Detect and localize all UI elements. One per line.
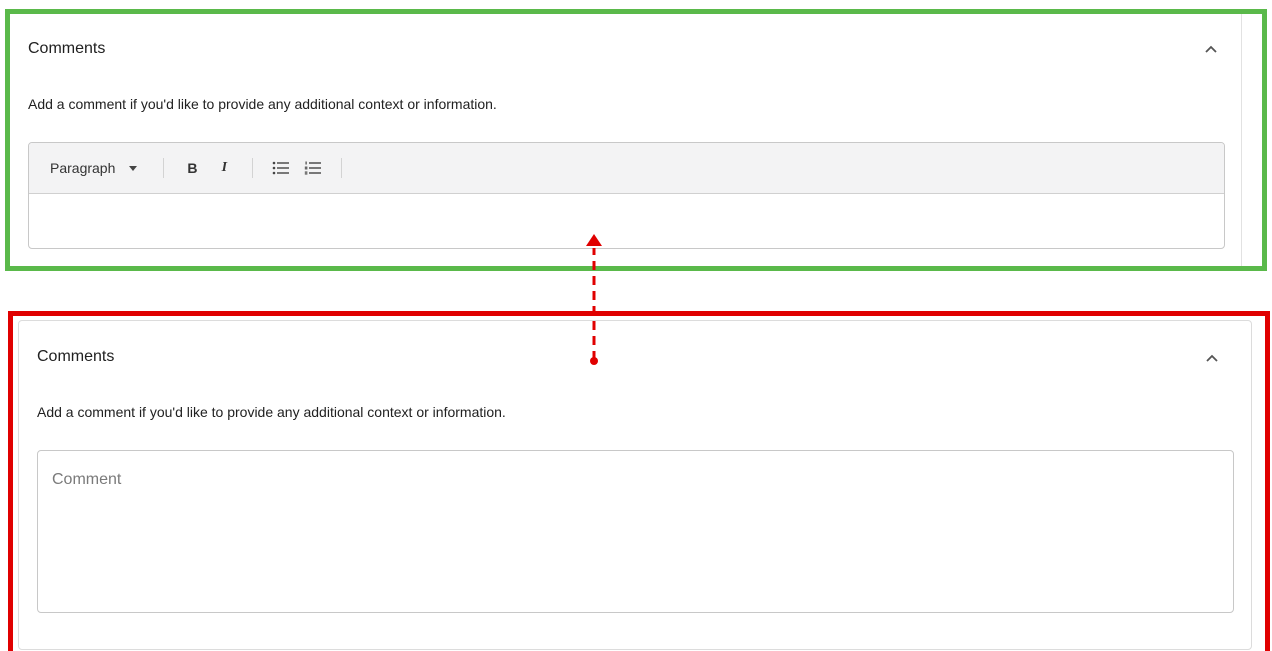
numbered-list-icon [305,161,322,175]
bulleted-list-icon [273,161,290,175]
editor-toolbar: Paragraph B I [29,143,1224,194]
paragraph-format-select[interactable]: Paragraph [50,160,138,176]
comments-panel-plain-textarea: Comments Add a comment if you'd like to … [18,320,1252,650]
panel-title: Comments [37,348,115,365]
chevron-up-icon[interactable] [1205,353,1219,363]
paragraph-format-label: Paragraph [50,160,116,176]
toolbar-divider [252,158,254,178]
rich-text-editor: Paragraph B I [28,142,1225,249]
caret-down-icon [129,165,138,171]
panel-description: Add a comment if you'd like to provide a… [28,96,497,112]
bold-button[interactable]: B [182,158,202,178]
toolbar-divider [341,158,343,178]
comment-textarea[interactable] [37,450,1234,613]
chevron-up-icon[interactable] [1204,44,1218,54]
rich-text-content-area[interactable] [29,194,1224,248]
toolbar-divider [163,158,165,178]
italic-button[interactable]: I [214,158,234,178]
bulleted-list-button[interactable] [271,158,291,178]
comments-panel-rich-editor: Comments Add a comment if you'd like to … [10,14,1242,266]
panel-title: Comments [28,40,106,57]
comparison-arrow [586,234,602,365]
numbered-list-button[interactable] [303,158,323,178]
panel-description: Add a comment if you'd like to provide a… [37,404,506,420]
